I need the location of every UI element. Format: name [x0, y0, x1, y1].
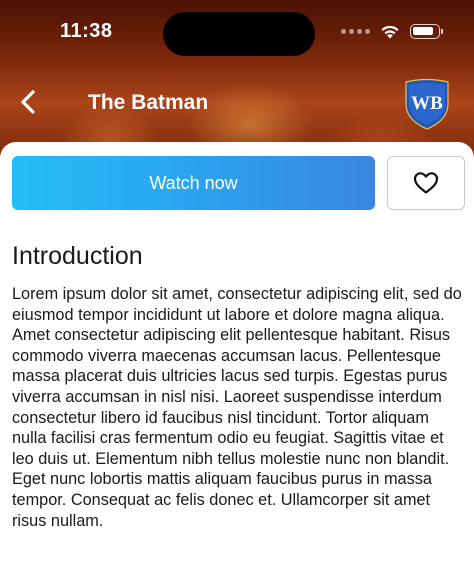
- cellular-signal-icon: [341, 29, 370, 34]
- movie-detail-screen: 11:38 The Batman WB Watch now Introducti…: [0, 0, 474, 583]
- wb-logo-icon: WB: [405, 78, 449, 130]
- favorite-button[interactable]: [387, 156, 465, 210]
- status-indicators: [341, 24, 443, 39]
- content-sheet: Watch now Introduction Lorem ipsum dolor…: [0, 142, 474, 583]
- watch-now-button[interactable]: Watch now: [12, 156, 375, 210]
- chevron-left-icon: [21, 90, 35, 114]
- status-time: 11:38: [60, 20, 113, 42]
- wifi-icon: [381, 25, 399, 39]
- back-button[interactable]: [10, 84, 46, 120]
- battery-level: [413, 27, 433, 35]
- page-title: The Batman: [88, 91, 209, 114]
- section-title: Introduction: [12, 242, 143, 270]
- svg-text:WB: WB: [411, 93, 443, 114]
- dynamic-island: [163, 12, 315, 56]
- description-text: Lorem ipsum dolor sit amet, consectetur …: [12, 285, 462, 530]
- heart-outline-icon: [413, 172, 439, 194]
- battery-icon: [410, 24, 443, 39]
